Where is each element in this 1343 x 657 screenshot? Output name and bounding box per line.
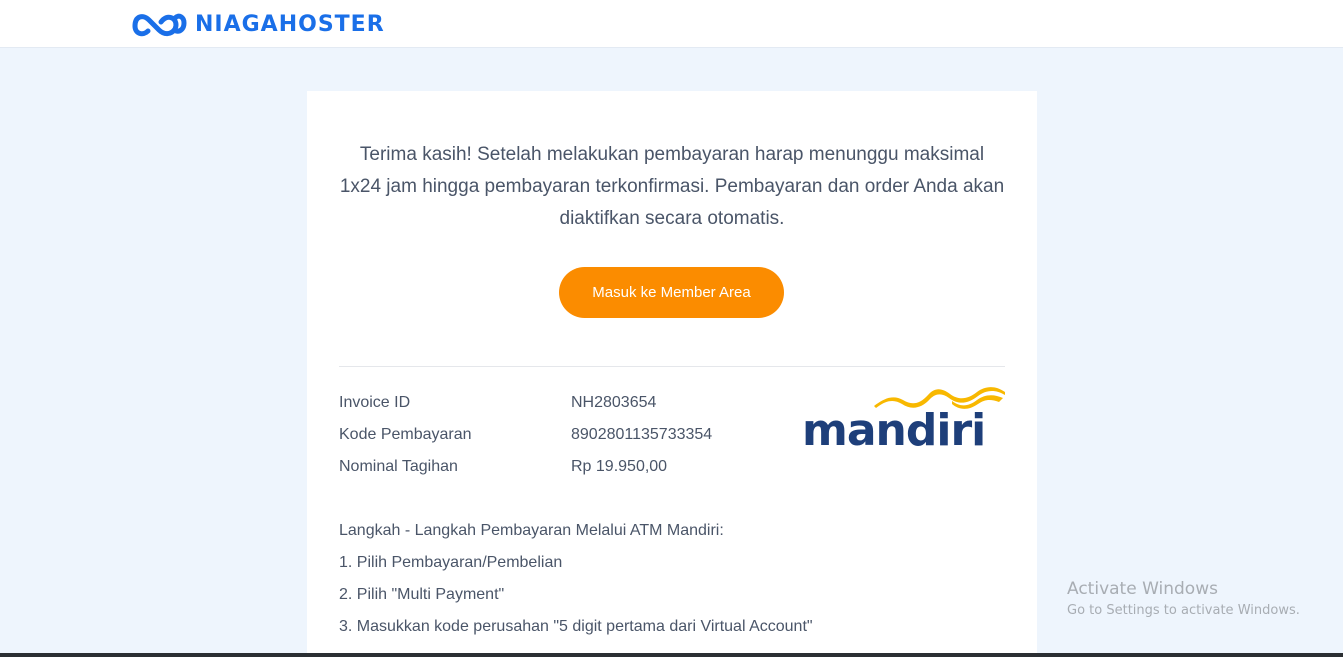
payment-code-row: Kode Pembayaran 8902801135733354 — [339, 419, 759, 451]
brand-name: NIAGAHOSTER — [195, 11, 385, 37]
infinity-wave-icon — [132, 13, 187, 37]
step-item: 2. Pilih "Multi Payment" — [339, 586, 505, 603]
step-item: 3. Masukkan kode perusahan "5 digit pert… — [339, 618, 813, 635]
confirmation-message: Terima kasih! Setelah melakukan pembayar… — [339, 144, 1005, 229]
payment-steps: Langkah - Langkah Pembayaran Melalui ATM… — [339, 515, 999, 643]
watermark-subtitle: Go to Settings to activate Windows. — [1067, 603, 1300, 618]
member-area-button[interactable]: Masuk ke Member Area — [559, 267, 784, 318]
watermark-title: Activate Windows — [1067, 579, 1218, 599]
invoice-id-label: Invoice ID — [339, 394, 411, 411]
taskbar-edge — [0, 653, 1343, 657]
mandiri-wordmark: mandiri — [802, 405, 985, 451]
step-item: 1. Pilih Pembayaran/Pembelian — [339, 554, 563, 571]
divider — [339, 366, 1005, 367]
payment-code-label: Kode Pembayaran — [339, 426, 472, 443]
activate-windows-watermark: Activate Windows Go to Settings to activ… — [1067, 578, 1300, 622]
amount-value: Rp 19.950,00 — [571, 458, 668, 475]
top-navbar: NIAGAHOSTER — [0, 0, 1343, 48]
invoice-id-row: Invoice ID NH2803654 — [339, 387, 759, 419]
amount-label: Nominal Tagihan — [339, 458, 458, 475]
payment-code-value: 8902801135733354 — [571, 426, 713, 443]
niagahoster-logo[interactable]: NIAGAHOSTER — [131, 9, 385, 39]
steps-title: Langkah - Langkah Pembayaran Melalui ATM… — [339, 522, 724, 539]
payment-card: Terima kasih! Setelah melakukan pembayar… — [307, 91, 1037, 657]
amount-row: Nominal Tagihan Rp 19.950,00 — [339, 451, 759, 483]
invoice-id-value: NH2803654 — [571, 394, 657, 411]
mandiri-logo: mandiri — [802, 387, 1005, 451]
